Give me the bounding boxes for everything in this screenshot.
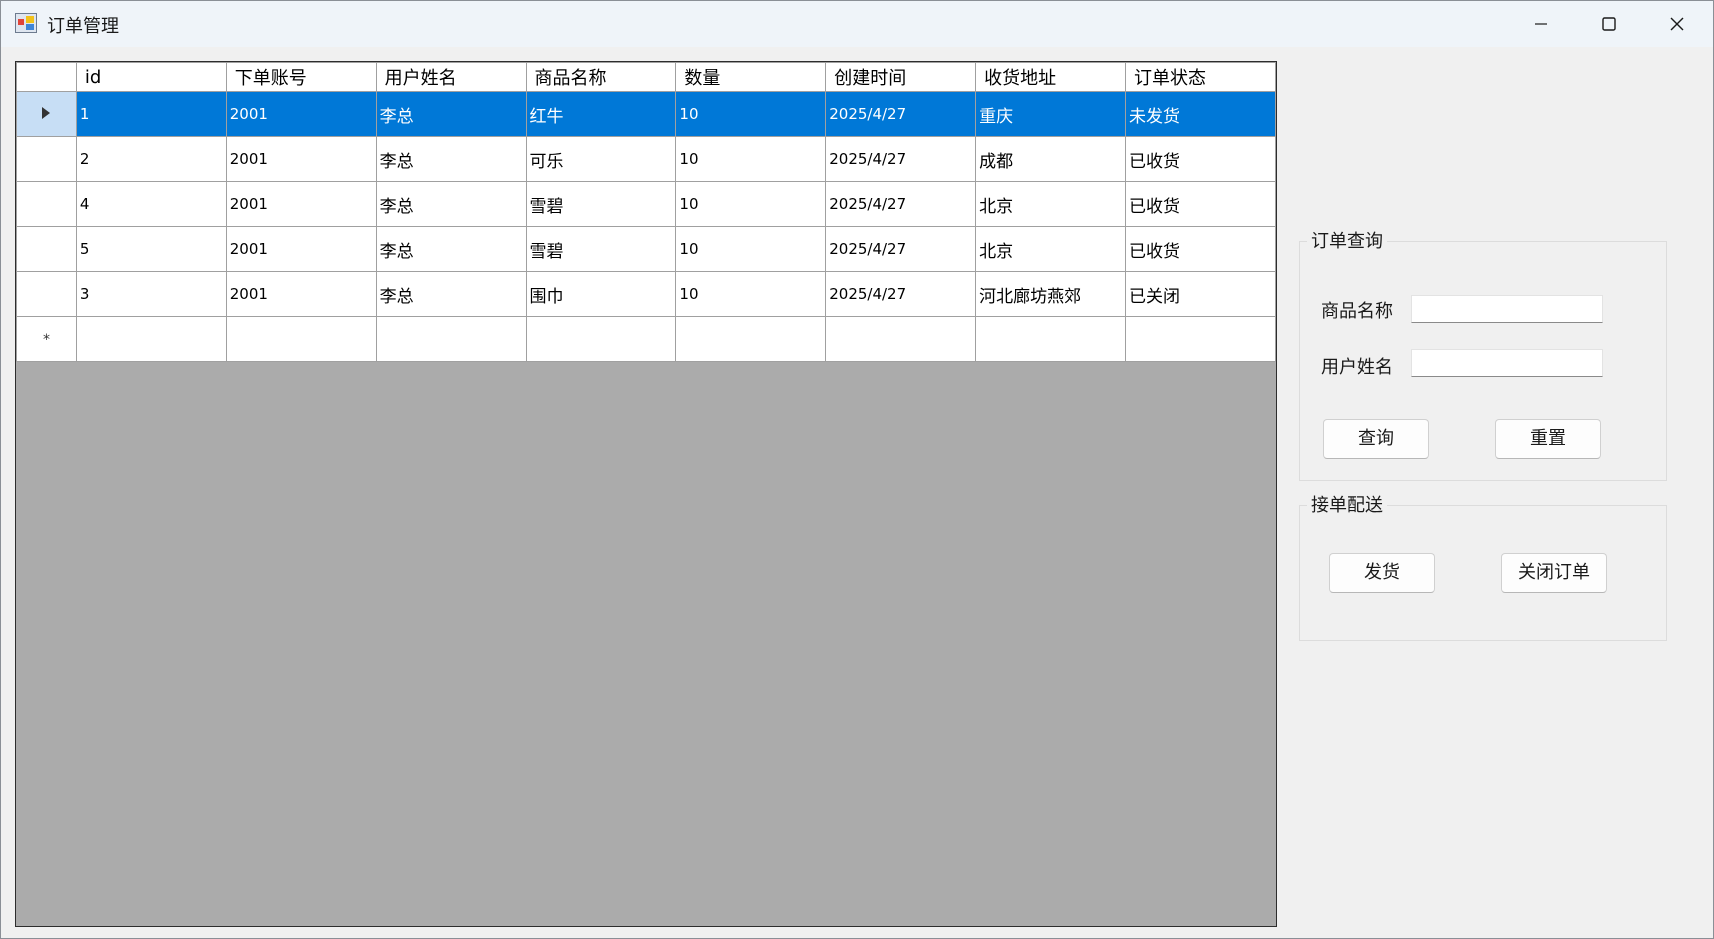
cell-product-name[interactable]: 雪碧: [525, 181, 677, 227]
cell-created-time[interactable]: 2025/4/27: [825, 136, 977, 182]
cell-user-name[interactable]: 李总: [375, 226, 527, 272]
orders-grid[interactable]: id 下单账号 用户姓名 商品名称 数量 创建时间 收货地址 订单状态 1 20…: [15, 61, 1277, 927]
maximize-button[interactable]: [1575, 1, 1643, 47]
new-row-cell[interactable]: [825, 316, 977, 362]
cell-created-time[interactable]: 2025/4/27: [825, 271, 977, 317]
ship-button[interactable]: 发货: [1329, 553, 1435, 593]
user-name-label: 用户姓名: [1321, 357, 1393, 378]
new-row-header-cell[interactable]: *: [16, 316, 77, 362]
new-row-cell[interactable]: [75, 316, 227, 362]
row-header-cell[interactable]: [16, 91, 77, 137]
column-header-created-time[interactable]: 创建时间: [825, 62, 977, 92]
app-icon: [15, 13, 37, 33]
row-header-cell[interactable]: [16, 226, 77, 272]
cell-address[interactable]: 北京: [975, 226, 1127, 272]
cell-user-name[interactable]: 李总: [375, 136, 527, 182]
title-bar[interactable]: 订单管理: [1, 1, 1713, 47]
new-row-cell[interactable]: [225, 316, 377, 362]
cell-address[interactable]: 北京: [975, 181, 1127, 227]
new-row-cell[interactable]: [975, 316, 1127, 362]
cell-id[interactable]: 5: [75, 226, 227, 272]
reset-button[interactable]: 重置: [1495, 419, 1601, 459]
minimize-icon: [1535, 23, 1547, 25]
new-row[interactable]: *: [16, 316, 1276, 362]
row-header-cell[interactable]: [16, 136, 77, 182]
cell-id[interactable]: 4: [75, 181, 227, 227]
column-header-product-name[interactable]: 商品名称: [525, 62, 677, 92]
cell-quantity[interactable]: 10: [675, 181, 827, 227]
column-header-id[interactable]: id: [75, 62, 227, 92]
order-query-group-title: 订单查询: [1307, 227, 1387, 253]
row-header-cell[interactable]: [16, 271, 77, 317]
current-row-arrow-icon: [42, 107, 51, 119]
cell-account[interactable]: 2001: [225, 91, 377, 137]
column-header-user-name[interactable]: 用户姓名: [375, 62, 527, 92]
product-name-label: 商品名称: [1321, 301, 1393, 322]
minimize-button[interactable]: [1507, 1, 1575, 47]
cell-status[interactable]: 已收货: [1125, 181, 1276, 227]
cell-address[interactable]: 重庆: [975, 91, 1127, 137]
cell-user-name[interactable]: 李总: [375, 91, 527, 137]
cell-account[interactable]: 2001: [225, 136, 377, 182]
cell-status[interactable]: 已收货: [1125, 136, 1276, 182]
cell-id[interactable]: 2: [75, 136, 227, 182]
product-name-input[interactable]: [1411, 295, 1603, 323]
user-name-input[interactable]: [1411, 349, 1603, 377]
cell-product-name[interactable]: 可乐: [525, 136, 677, 182]
column-header-address[interactable]: 收货地址: [975, 62, 1127, 92]
column-header-quantity[interactable]: 数量: [675, 62, 827, 92]
cell-status[interactable]: 已收货: [1125, 226, 1276, 272]
cell-created-time[interactable]: 2025/4/27: [825, 226, 977, 272]
cell-quantity[interactable]: 10: [675, 226, 827, 272]
cell-status[interactable]: 未发货: [1125, 91, 1276, 137]
cell-status[interactable]: 已关闭: [1125, 271, 1276, 317]
cell-quantity[interactable]: 10: [675, 136, 827, 182]
cell-account[interactable]: 2001: [225, 271, 377, 317]
cell-user-name[interactable]: 李总: [375, 271, 527, 317]
cell-id[interactable]: 1: [75, 91, 227, 137]
header-row: id 下单账号 用户姓名 商品名称 数量 创建时间 收货地址 订单状态: [16, 62, 1276, 92]
column-header-account[interactable]: 下单账号: [225, 62, 377, 92]
cell-user-name[interactable]: 李总: [375, 181, 527, 227]
cell-quantity[interactable]: 10: [675, 91, 827, 137]
cell-product-name[interactable]: 雪碧: [525, 226, 677, 272]
table-row[interactable]: 4 2001 李总 雪碧 10 2025/4/27 北京 已收货: [16, 181, 1276, 227]
new-row-marker-icon: *: [42, 332, 50, 348]
close-order-button[interactable]: 关闭订单: [1501, 553, 1607, 593]
close-icon: [1670, 17, 1684, 31]
cell-created-time[interactable]: 2025/4/27: [825, 181, 977, 227]
cell-created-time[interactable]: 2025/4/27: [825, 91, 977, 137]
query-button[interactable]: 查询: [1323, 419, 1429, 459]
cell-id[interactable]: 3: [75, 271, 227, 317]
close-button[interactable]: [1643, 1, 1711, 47]
new-row-cell[interactable]: [675, 316, 827, 362]
table-row[interactable]: 1 2001 李总 红牛 10 2025/4/27 重庆 未发货: [16, 91, 1276, 137]
corner-header-cell[interactable]: [16, 62, 77, 92]
cell-product-name[interactable]: 红牛: [525, 91, 677, 137]
orders-table: id 下单账号 用户姓名 商品名称 数量 创建时间 收货地址 订单状态 1 20…: [16, 62, 1276, 362]
order-management-window: 订单管理 id 下单账号 用户姓名 商品名称 数量 创建时间 收货地址 订单状态…: [0, 0, 1714, 939]
table-row[interactable]: 5 2001 李总 雪碧 10 2025/4/27 北京 已收货: [16, 226, 1276, 272]
cell-product-name[interactable]: 围巾: [525, 271, 677, 317]
table-row[interactable]: 3 2001 李总 围巾 10 2025/4/27 河北廊坊燕郊 已关闭: [16, 271, 1276, 317]
new-row-cell[interactable]: [525, 316, 677, 362]
new-row-cell[interactable]: [375, 316, 527, 362]
cell-address[interactable]: 成都: [975, 136, 1127, 182]
cell-quantity[interactable]: 10: [675, 271, 827, 317]
cell-address[interactable]: 河北廊坊燕郊: [975, 271, 1127, 317]
order-delivery-group-title: 接单配送: [1307, 491, 1387, 517]
cell-account[interactable]: 2001: [225, 181, 377, 227]
table-row[interactable]: 2 2001 李总 可乐 10 2025/4/27 成都 已收货: [16, 136, 1276, 182]
row-header-cell[interactable]: [16, 181, 77, 227]
new-row-cell[interactable]: [1125, 316, 1276, 362]
column-header-status[interactable]: 订单状态: [1125, 62, 1276, 92]
cell-account[interactable]: 2001: [225, 226, 377, 272]
maximize-icon: [1602, 17, 1616, 31]
window-title: 订单管理: [47, 16, 119, 37]
